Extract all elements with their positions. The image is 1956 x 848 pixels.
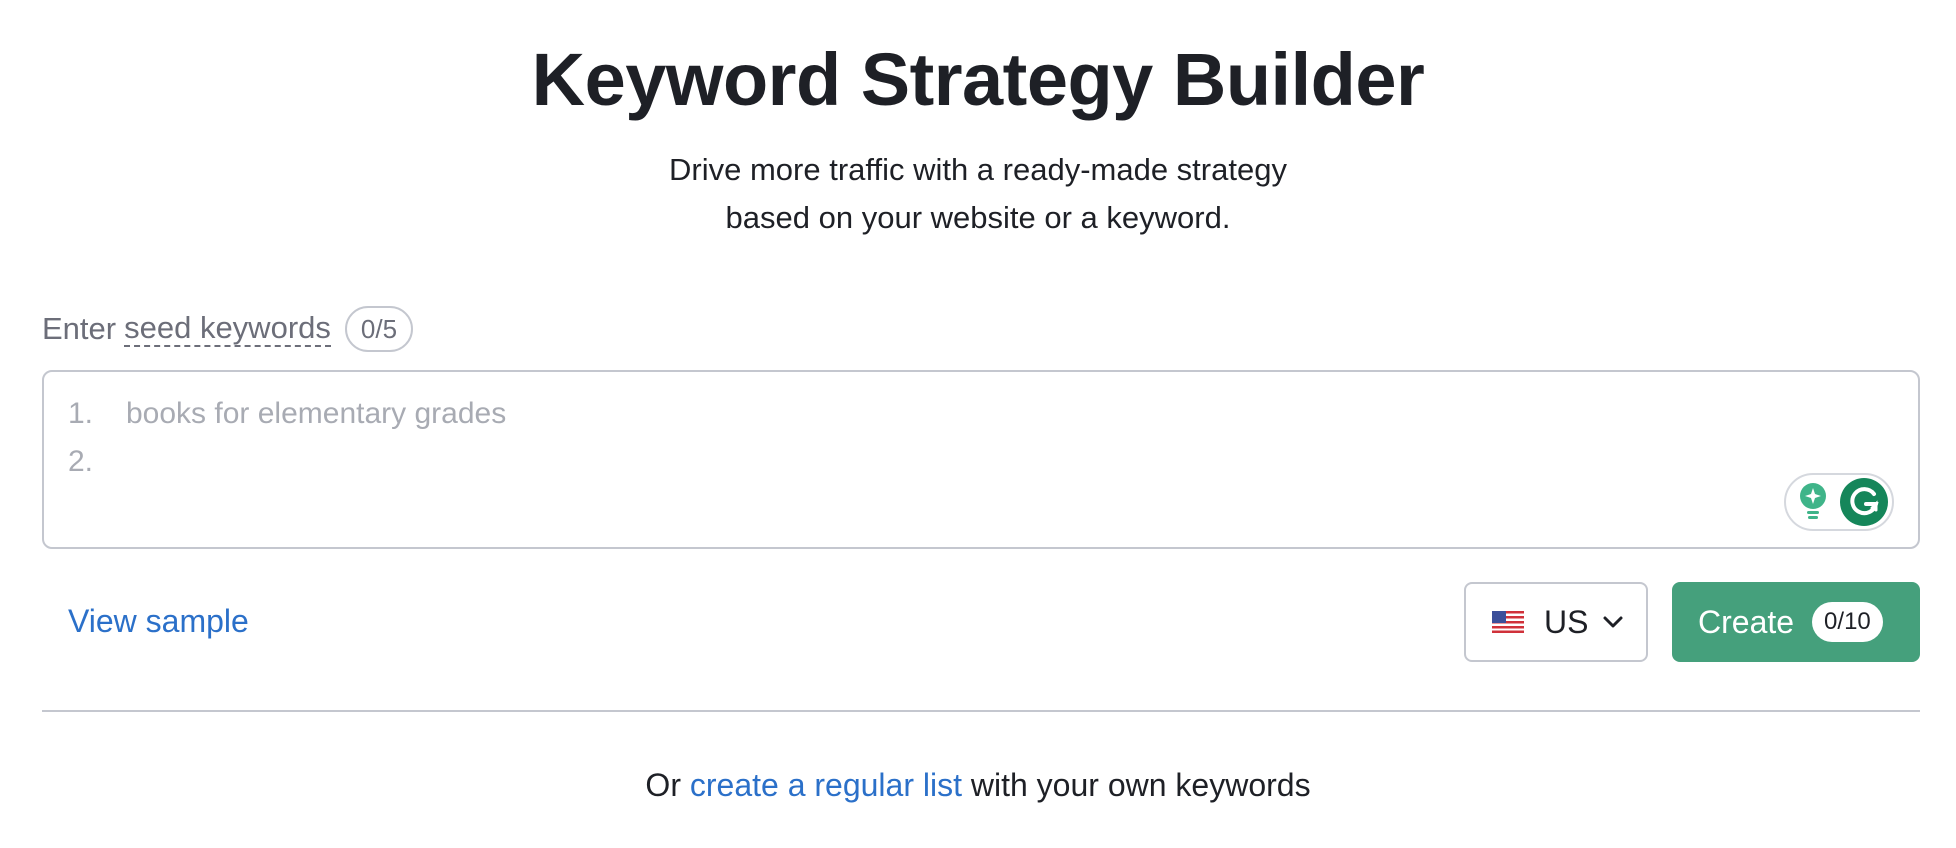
- footer-text: Or create a regular list with your own k…: [0, 760, 1956, 810]
- seed-label-prefix: Enter: [42, 311, 117, 346]
- view-sample-link[interactable]: View sample: [68, 596, 249, 646]
- seed-keywords-input[interactable]: 1. books for elementary grades 2.: [42, 370, 1920, 549]
- keyword-line-placeholder: books for elementary grades: [126, 397, 507, 430]
- grammarly-widget[interactable]: [1784, 473, 1894, 531]
- subtitle-line-1: Drive more traffic with a ready-made str…: [669, 152, 1287, 187]
- page-title: Keyword Strategy Builder: [531, 38, 1425, 121]
- seed-keywords-counter: 0/5: [344, 306, 414, 352]
- us-flag-icon: [1492, 611, 1524, 633]
- create-button-label: Create: [1698, 603, 1795, 640]
- seed-keywords-label: Enter seed keywords 0/5: [42, 306, 414, 352]
- keyword-line[interactable]: 2.: [68, 438, 126, 486]
- create-regular-list-link[interactable]: create a regular list: [690, 767, 962, 803]
- keyword-line-number: 2.: [68, 445, 94, 478]
- footer-prefix: Or: [645, 767, 681, 803]
- create-button[interactable]: Create 0/10: [1672, 582, 1920, 662]
- keyword-line[interactable]: 1. books for elementary grades: [68, 390, 506, 438]
- create-limit-counter: 0/10: [1812, 602, 1883, 642]
- section-divider: [42, 710, 1920, 712]
- country-select[interactable]: US: [1464, 582, 1648, 662]
- footer-suffix: with your own keywords: [970, 767, 1311, 803]
- grammarly-icon[interactable]: [1840, 478, 1888, 526]
- lightbulb-icon[interactable]: [1794, 479, 1832, 525]
- seed-keywords-tooltip-term[interactable]: seed keywords: [124, 311, 331, 347]
- country-select-value: US: [1544, 603, 1589, 640]
- page-subtitle: Drive more traffic with a ready-made str…: [0, 146, 1956, 242]
- subtitle-line-2: based on your website or a keyword.: [725, 200, 1231, 235]
- keyword-line-number: 1.: [68, 397, 94, 430]
- chevron-down-icon: [1602, 615, 1624, 629]
